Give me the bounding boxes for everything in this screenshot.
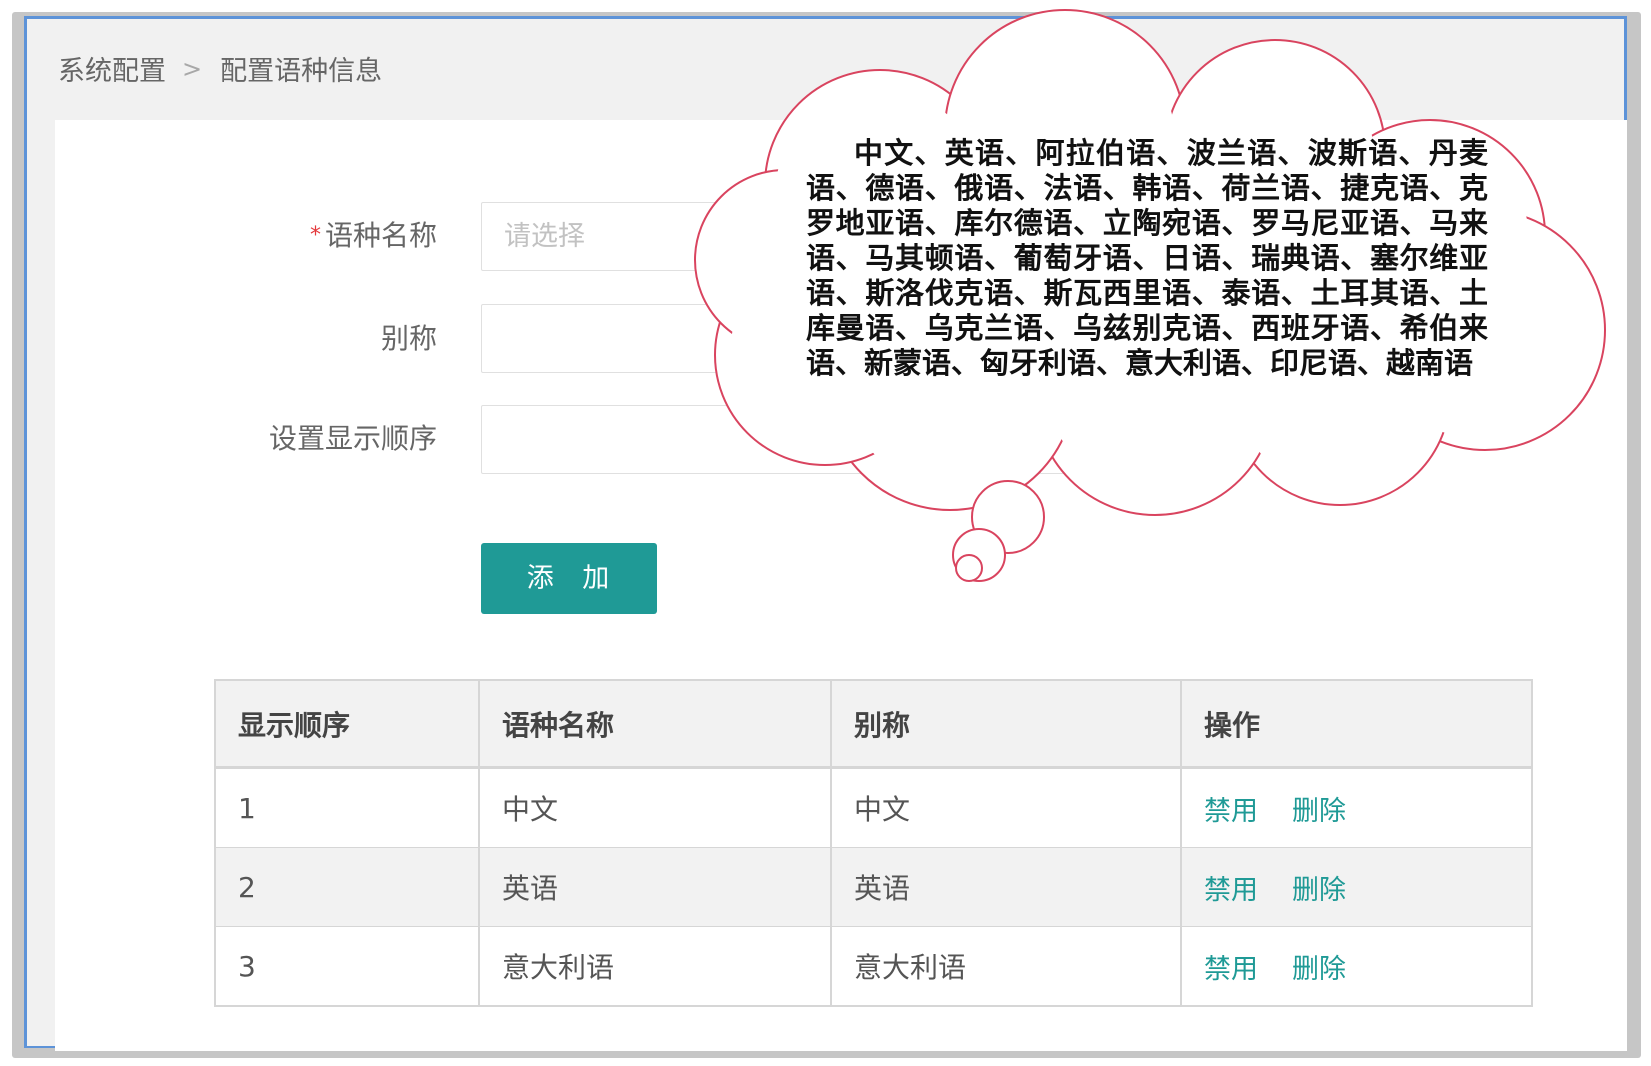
delete-link[interactable]: 删除: [1292, 947, 1346, 986]
row-operations: 禁用 删除: [1180, 848, 1531, 926]
row-alias: 中文: [830, 769, 1180, 847]
language-table: 显示顺序 语种名称 别称 操作 1 中文 中文 禁用 删除 2 英语 英语 禁用: [214, 679, 1533, 1007]
row-alias: 英语: [830, 848, 1180, 926]
row-alias: 意大利语: [830, 927, 1180, 1005]
breadcrumb-separator-icon: >: [182, 54, 203, 83]
breadcrumb-item-system-config[interactable]: 系统配置: [58, 49, 166, 88]
table-header-row: 显示顺序 语种名称 别称 操作: [216, 681, 1531, 768]
breadcrumb: 系统配置 > 配置语种信息: [58, 49, 382, 88]
row-language-name: 中文: [478, 769, 830, 847]
disable-link[interactable]: 禁用: [1204, 947, 1258, 986]
display-order-input[interactable]: 1: [481, 405, 1111, 474]
header-alias: 别称: [830, 681, 1180, 766]
row-operations: 禁用 删除: [1180, 927, 1531, 1005]
table-row: 1 中文 中文 禁用 删除: [216, 768, 1531, 847]
row-language-name: 英语: [478, 848, 830, 926]
table-row: 3 意大利语 意大利语 禁用 删除: [216, 926, 1531, 1005]
table-row: 2 英语 英语 禁用 删除: [216, 847, 1531, 926]
display-order-value: 1: [787, 424, 805, 454]
row-operations: 禁用 删除: [1180, 769, 1531, 847]
row-order: 1: [238, 791, 256, 825]
row-language-name: 意大利语: [478, 927, 830, 1005]
header-operation: 操作: [1180, 681, 1531, 766]
display-order-label: 设置显示顺序: [268, 422, 437, 455]
breadcrumb-item-language-config: 配置语种信息: [220, 56, 383, 87]
header-language-name: 语种名称: [478, 681, 830, 766]
add-button[interactable]: 添 加: [481, 543, 657, 614]
row-order: 2: [238, 870, 256, 904]
header-display-order: 显示顺序: [238, 708, 351, 742]
delete-link[interactable]: 删除: [1292, 868, 1346, 907]
alias-label: 别称: [380, 322, 437, 355]
display-order-stepper[interactable]: [1040, 406, 1110, 473]
language-name-label: * 语种名称: [309, 219, 437, 252]
delete-link[interactable]: 删除: [1292, 789, 1346, 828]
callout-language-list: 中文、英语、阿拉伯语、波兰语、波斯语、丹麦语、德语、俄语、法语、韩语、荷兰语、捷…: [806, 136, 1488, 380]
disable-link[interactable]: 禁用: [1204, 789, 1258, 828]
language-name-placeholder: 请选择: [504, 221, 585, 252]
disable-link[interactable]: 禁用: [1204, 868, 1258, 907]
required-mark: *: [309, 223, 321, 248]
row-order: 3: [238, 949, 256, 983]
